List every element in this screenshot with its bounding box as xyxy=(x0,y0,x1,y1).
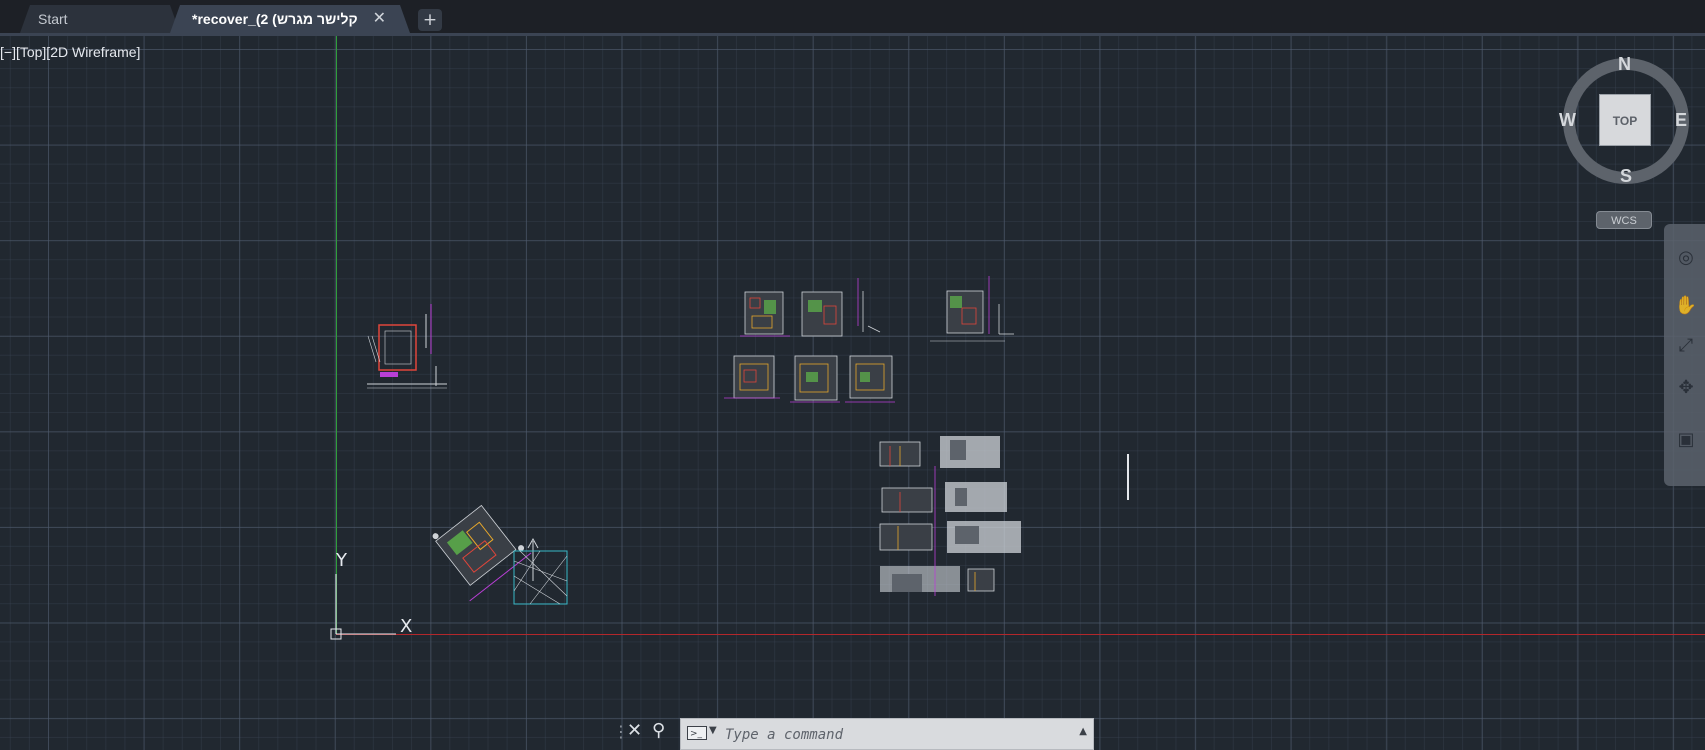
compass-east[interactable]: E xyxy=(1675,110,1687,131)
recent-commands-dropdown-icon[interactable]: ▼ xyxy=(709,725,717,736)
document-tab-bar: Start קלישר מגרש) 2)_recover* ✕ + xyxy=(0,0,1705,36)
floor-plans-group-1 xyxy=(740,276,1014,342)
zoom-extents-icon[interactable]: ⤢ xyxy=(1674,334,1698,358)
command-line-close-icon[interactable]: ✕ xyxy=(627,720,642,741)
navigation-bar: ◎ ✋ ⤢ ✥ ▣ xyxy=(1664,224,1705,486)
wcs-menu-button[interactable]: WCS xyxy=(1596,211,1652,229)
tab-start-label: Start xyxy=(38,11,68,27)
compass-south[interactable]: S xyxy=(1620,166,1632,187)
crosshair-cursor xyxy=(1127,454,1129,500)
floor-plans-group-2 xyxy=(724,355,895,403)
ucs-icon xyxy=(330,574,396,640)
site-plan-rotated xyxy=(432,504,532,602)
command-input[interactable] xyxy=(723,723,1087,747)
compass-north[interactable]: N xyxy=(1618,54,1631,75)
showmotion-icon[interactable]: ▣ xyxy=(1674,428,1698,452)
ucs-y-label: Y xyxy=(336,550,347,571)
drawing-content xyxy=(330,276,1021,640)
drawing-viewport[interactable]: [−][Top][2D Wireframe] Y X xyxy=(0,36,1705,750)
close-tab-icon[interactable]: ✕ xyxy=(373,5,386,33)
compass-west[interactable]: W xyxy=(1559,110,1576,131)
command-prompt-icon[interactable]: >_ xyxy=(687,726,707,740)
tab-start[interactable]: Start xyxy=(20,5,180,33)
new-tab-button[interactable]: + xyxy=(418,9,442,31)
elevations-group xyxy=(879,436,1021,596)
command-line-settings-icon[interactable]: ⚲ xyxy=(652,720,665,741)
command-line[interactable]: >_ ▼ ▲ xyxy=(680,718,1094,750)
floor-plan-a xyxy=(367,304,447,389)
steering-wheel-icon[interactable]: ◎ xyxy=(1674,246,1698,270)
ucs-x-label: X xyxy=(400,616,413,637)
site-grid xyxy=(513,550,568,605)
tab-active-drawing[interactable]: קלישר מגרש) 2)_recover* ✕ xyxy=(170,5,410,33)
command-history-icon[interactable]: ▲ xyxy=(1079,726,1087,737)
pan-hand-icon[interactable]: ✋ xyxy=(1674,294,1698,318)
viewcube-top-face[interactable]: TOP xyxy=(1599,94,1651,146)
tab-drawing-label: קלישר מגרש) 2)_recover* xyxy=(192,11,358,27)
orbit-icon[interactable]: ✥ xyxy=(1674,376,1698,400)
